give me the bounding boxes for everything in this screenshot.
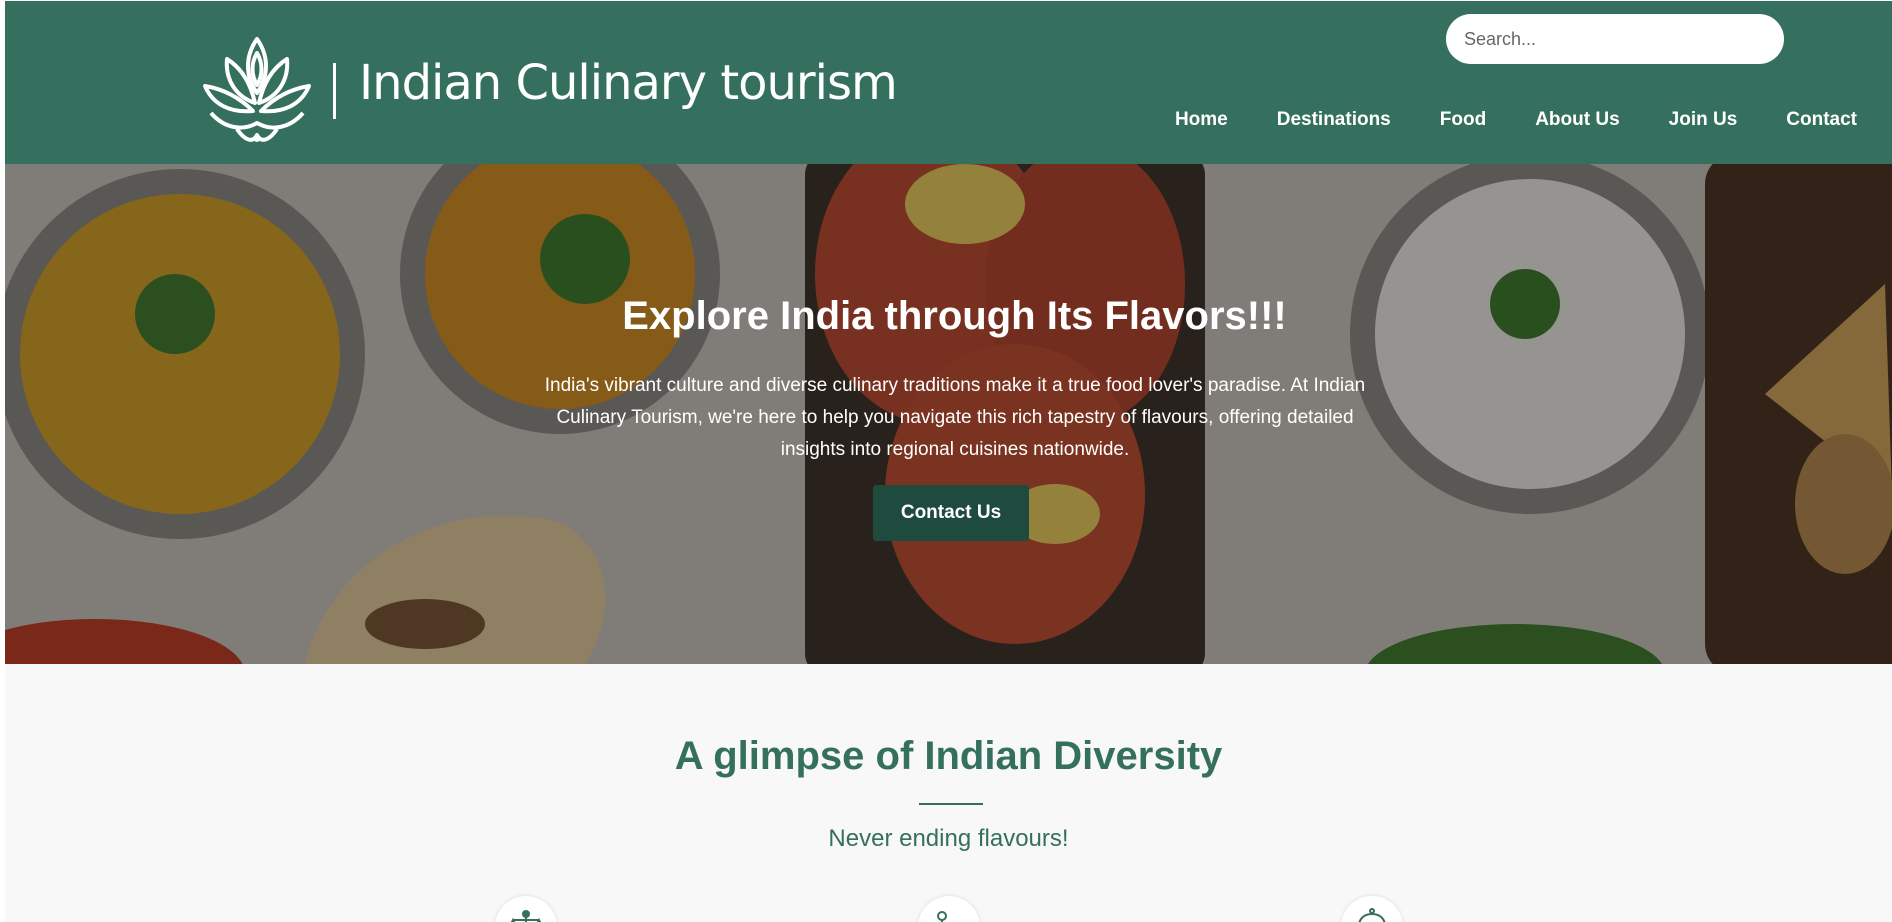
nav-contact[interactable]: Contact — [1786, 109, 1857, 131]
nav-destinations[interactable]: Destinations — [1277, 109, 1391, 131]
search-input[interactable] — [1446, 14, 1784, 64]
section-title: A glimpse of Indian Diversity — [674, 734, 1223, 778]
hero-title: Explore India through Its Flavors!!! — [622, 294, 1287, 338]
feature-icon-circle-1 — [495, 896, 557, 922]
map-route-icon — [937, 911, 947, 922]
balance-icon — [510, 910, 542, 922]
lotus-icon[interactable] — [197, 31, 317, 146]
nav-food[interactable]: Food — [1440, 109, 1486, 131]
section-divider — [919, 803, 983, 805]
feature-icon-circle-2 — [918, 896, 980, 922]
feature-icon-circle-3 — [1341, 896, 1403, 922]
main-nav: Home Destinations Food About Us Join Us … — [1175, 109, 1892, 131]
logo-divider — [333, 63, 336, 119]
contact-us-button[interactable]: Contact Us — [873, 485, 1029, 541]
site-header: Indian Culinary tourism Home Destination… — [5, 1, 1892, 164]
nav-about-us[interactable]: About Us — [1535, 109, 1619, 131]
hero-description: India's vibrant culture and diverse culi… — [544, 375, 1366, 460]
site-name[interactable]: Indian Culinary tourism — [359, 59, 898, 107]
nav-home[interactable]: Home — [1175, 109, 1228, 131]
section-subtitle: Never ending flavours! — [828, 825, 1069, 852]
page: Indian Culinary tourism Home Destination… — [5, 1, 1892, 922]
cloche-icon — [1358, 908, 1386, 922]
nav-join-us[interactable]: Join Us — [1669, 109, 1738, 131]
hero-banner: Explore India through Its Flavors!!! Ind… — [5, 164, 1892, 664]
